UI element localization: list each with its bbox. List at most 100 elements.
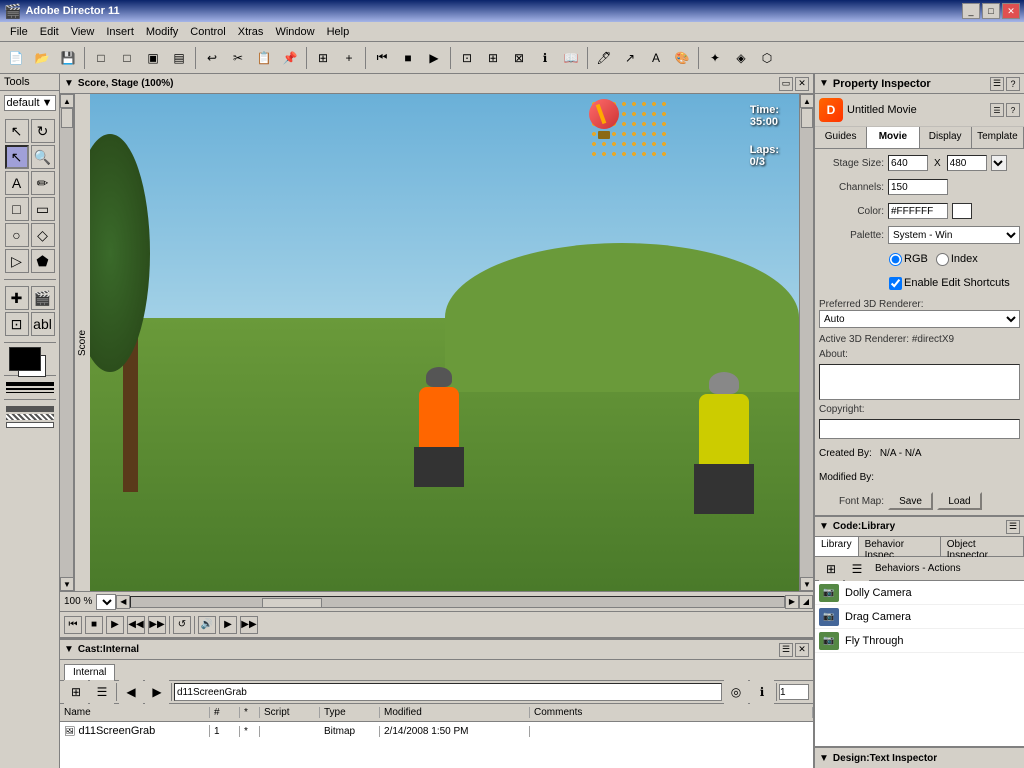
tb-copy[interactable]: 📋 — [252, 46, 276, 70]
tb-fit[interactable]: ⊞ — [481, 46, 505, 70]
index-radio[interactable] — [936, 253, 949, 266]
tb-new[interactable]: 📄 — [4, 46, 28, 70]
tb-stage2[interactable]: □ — [115, 46, 139, 70]
tb-color[interactable]: 🎨 — [670, 46, 694, 70]
stage-size-dropdown[interactable]: ▼ — [991, 155, 1007, 171]
tool-label[interactable]: abl — [31, 312, 55, 336]
index-radio-label[interactable]: Index — [936, 253, 978, 266]
prop-expand-arrow[interactable]: ▼ — [819, 78, 829, 89]
fill-pattern-2[interactable] — [6, 414, 54, 420]
tb-paint[interactable]: 🖊 — [592, 46, 616, 70]
cast-list-view[interactable]: ☰ — [90, 680, 114, 704]
v-scroll-right-down[interactable]: ▼ — [800, 577, 814, 591]
tb-rw[interactable]: ⏮ — [370, 46, 394, 70]
scroll-corner[interactable]: ◢ — [799, 595, 813, 609]
enable-edit-label[interactable]: Enable Edit Shortcuts — [889, 277, 1010, 290]
tb-scripts[interactable]: 📖 — [559, 46, 583, 70]
menu-view[interactable]: View — [65, 24, 101, 40]
code-menu-btn[interactable]: ☰ — [1006, 520, 1020, 534]
pb-loop[interactable]: ↺ — [173, 616, 191, 634]
cast-tab-internal[interactable]: Internal — [64, 664, 115, 680]
preferred-3d-select[interactable]: Auto — [819, 310, 1020, 328]
prop-tab-guides[interactable]: Guides — [815, 127, 867, 148]
enable-edit-checkbox[interactable] — [889, 277, 902, 290]
cast-page-input[interactable] — [779, 684, 809, 700]
tool-pencil[interactable]: ✏ — [31, 171, 55, 195]
tb-stage[interactable]: □ — [89, 46, 113, 70]
code-expand-arrow[interactable]: ▼ — [819, 521, 829, 532]
stage-restore-btn[interactable]: ▭ — [779, 77, 793, 91]
pb-vol2[interactable]: ▶ — [219, 616, 237, 634]
menu-control[interactable]: Control — [184, 24, 231, 40]
tb-paste[interactable]: 📌 — [278, 46, 302, 70]
cast-expand-arrow[interactable]: ▼ — [64, 644, 74, 655]
tool-diamond[interactable]: ◇ — [31, 223, 55, 247]
h-scroll-right[interactable]: ▶ — [785, 595, 799, 609]
color-swatch[interactable] — [952, 203, 972, 219]
zoom-select[interactable]: 100% — [96, 594, 116, 610]
menu-xtras[interactable]: Xtras — [232, 24, 270, 40]
tb-undo[interactable]: ↩ — [200, 46, 224, 70]
h-scroll-left[interactable]: ◀ — [116, 595, 130, 609]
tb-info[interactable]: ℹ — [533, 46, 557, 70]
pb-stop[interactable]: ■ — [85, 616, 103, 634]
tb-fit2[interactable]: ⊠ — [507, 46, 531, 70]
pb-volume[interactable]: 🔊 — [198, 616, 216, 634]
tool-arrow[interactable]: ↖ — [5, 119, 29, 143]
rgb-radio[interactable] — [889, 253, 902, 266]
stage-width-input[interactable] — [888, 155, 928, 171]
channels-input[interactable] — [888, 179, 948, 195]
v-scroll-right-thumb[interactable] — [801, 108, 813, 128]
menu-window[interactable]: Window — [269, 24, 320, 40]
tb-save[interactable]: 💾 — [56, 46, 80, 70]
stage-height-input[interactable] — [947, 155, 987, 171]
menu-insert[interactable]: Insert — [100, 24, 140, 40]
tool-ellipse[interactable]: ○ — [5, 223, 29, 247]
pb-play[interactable]: ▶ — [106, 616, 124, 634]
tb-play[interactable]: ▶ — [422, 46, 446, 70]
color-fg-swatch[interactable] — [9, 347, 41, 371]
stage-expand-arrow[interactable]: ▼ — [64, 78, 74, 89]
prop-list-btn[interactable]: ☰ — [990, 103, 1004, 117]
tool-pointer[interactable]: ↖ — [5, 145, 29, 169]
cast-next[interactable]: ▶ — [145, 680, 169, 704]
tool-text-a[interactable]: A — [5, 171, 29, 195]
tb-3d3[interactable]: ⬡ — [755, 46, 779, 70]
about-textarea[interactable] — [819, 364, 1020, 400]
tb-stage3[interactable]: ▣ — [141, 46, 165, 70]
v-scroll-up[interactable]: ▲ — [60, 94, 74, 108]
line-thick-3[interactable] — [6, 392, 54, 393]
table-row[interactable]: 🖼 d11ScreenGrab 1 * Bitmap 2/14/2008 1:5… — [60, 722, 813, 740]
load-button[interactable]: Load — [937, 492, 982, 510]
minimize-button[interactable]: _ — [962, 3, 980, 19]
code-list-btn[interactable]: ☰ — [845, 557, 869, 581]
pb-vol3[interactable]: ▶▶ — [240, 616, 258, 634]
copyright-textarea[interactable] — [819, 419, 1020, 439]
v-scroll-thumb[interactable] — [61, 108, 73, 128]
tb-stage4[interactable]: ▤ — [167, 46, 191, 70]
cast-prev[interactable]: ◀ — [119, 680, 143, 704]
tb-text[interactable]: A — [644, 46, 668, 70]
tool-triangle[interactable]: ▷ — [5, 249, 29, 273]
close-button[interactable]: ✕ — [1002, 3, 1020, 19]
prop-tab-movie[interactable]: Movie — [867, 127, 919, 148]
code-tab-library[interactable]: Library — [815, 537, 859, 556]
prop-menu-btn[interactable]: ☰ — [990, 77, 1004, 91]
menu-help[interactable]: Help — [321, 24, 356, 40]
pb-step-back[interactable]: ◀◀ — [127, 616, 145, 634]
cast-grid-view[interactable]: ⊞ — [64, 680, 88, 704]
fill-pattern-1[interactable] — [6, 406, 54, 412]
line-thick-1[interactable] — [6, 382, 54, 386]
maximize-button[interactable]: □ — [982, 3, 1000, 19]
cast-info-btn[interactable]: ℹ — [750, 680, 774, 704]
tool-cross[interactable]: ✚ — [5, 286, 29, 310]
palette-select[interactable]: System - Win — [888, 226, 1020, 244]
cast-close-btn[interactable]: ✕ — [795, 643, 809, 657]
prop-help-btn[interactable]: ? — [1006, 77, 1020, 91]
cast-cast-btn[interactable]: ◎ — [724, 680, 748, 704]
pb-rewind[interactable]: ⏮ — [64, 616, 82, 634]
h-scroll-thumb[interactable] — [262, 598, 322, 608]
tb-curve[interactable]: ↗ — [618, 46, 642, 70]
tool-rect2[interactable]: ▭ — [31, 197, 55, 221]
menu-edit[interactable]: Edit — [34, 24, 65, 40]
